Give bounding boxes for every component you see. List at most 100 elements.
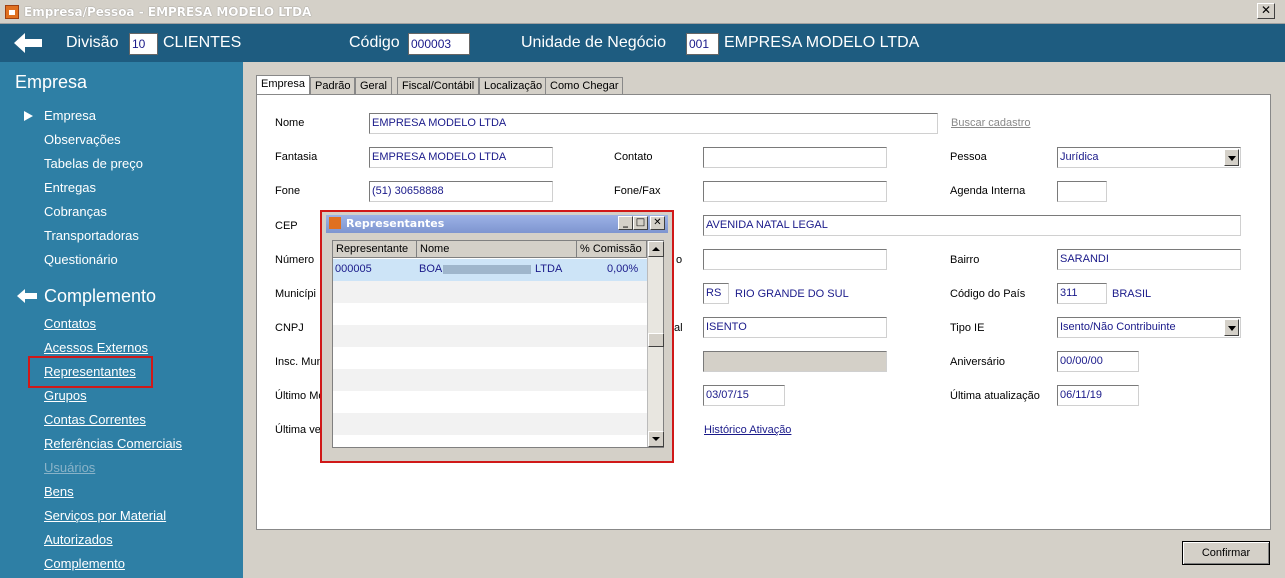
sidebar-item-referencias[interactable]: Referências Comerciais — [44, 436, 182, 451]
fone-label: Fone — [275, 185, 301, 197]
tab-padrao[interactable]: Padrão — [310, 77, 356, 95]
sidebar-item-acessos[interactable]: Acessos Externos — [44, 340, 148, 355]
close-window-button[interactable]: ✕ — [1257, 3, 1275, 19]
sidebar-item-empresa[interactable]: Empresa — [44, 108, 96, 123]
representante-code: 000005 — [335, 263, 372, 275]
tab-geral[interactable]: Geral — [355, 77, 392, 95]
complemento-back-arrow-icon — [17, 289, 37, 303]
ultima-atualizacao-label: Última atualização — [950, 390, 1040, 402]
sidebar-item-servicos[interactable]: Serviços por Material — [44, 508, 166, 523]
sidebar-item-grupos[interactable]: Grupos — [44, 388, 87, 403]
fantasia-input[interactable]: EMPRESA MODELO LTDA — [369, 147, 553, 168]
numero-label: Número — [275, 254, 315, 266]
representantes-grid: Representante Nome % Comissão 000005 BOA… — [332, 240, 664, 448]
aniversario-input[interactable]: 00/00/00 — [1057, 351, 1139, 372]
agenda-input[interactable] — [1057, 181, 1107, 202]
sidebar-item-usuarios: Usuários — [44, 460, 96, 475]
cep-label: CEP — [275, 220, 298, 232]
sidebar-item-bens[interactable]: Bens — [44, 484, 74, 499]
table-row — [333, 303, 647, 325]
minimize-icon[interactable]: _ — [618, 216, 633, 230]
codigo-input[interactable]: 000003 — [408, 33, 470, 55]
sidebar: Empresa Empresa Observações Tabelas de p… — [0, 62, 243, 578]
table-row[interactable]: 000005 BOA LTDA 0,00% — [333, 259, 647, 281]
representante-nome-prefix: BOA — [419, 263, 443, 275]
app-icon — [5, 5, 19, 19]
tab-localizacao[interactable]: Localização — [479, 77, 548, 95]
table-row — [333, 391, 647, 413]
grid-scrollbar[interactable] — [647, 241, 664, 447]
partial-label-o: o — [676, 254, 683, 266]
codpais-input[interactable]: 311 — [1057, 283, 1107, 304]
sidebar-item-tabelas[interactable]: Tabelas de preço — [44, 156, 143, 171]
buscar-cadastro-link[interactable]: Buscar cadastro — [951, 117, 1030, 129]
window-title: Empresa/Pessoa - EMPRESA MODELO LTDA — [24, 5, 312, 19]
divisao-name: CLIENTES — [163, 34, 242, 51]
tipoie-label: Tipo IE — [950, 322, 985, 334]
historico-ativacao-link[interactable]: Histórico Ativação — [704, 424, 791, 436]
nome-input[interactable]: EMPRESA MODELO LTDA — [369, 113, 938, 134]
tipoie-value: Isento/Não Contribuinte — [1060, 321, 1176, 333]
sidebar-section-empresa: Empresa — [15, 72, 88, 92]
codpais-label: Código do País — [950, 288, 1026, 300]
tab-fiscal[interactable]: Fiscal/Contábil — [397, 77, 480, 95]
codigo-label: Código — [349, 34, 400, 51]
col-header-representante[interactable]: Representante — [333, 241, 417, 258]
unidade-label: Unidade de Negócio — [521, 34, 666, 51]
maximize-icon[interactable]: □ — [633, 216, 648, 230]
endereco-input[interactable]: AVENIDA NATAL LEGAL — [703, 215, 1241, 236]
pessoa-select[interactable]: Jurídica — [1057, 147, 1241, 168]
fantasia-label: Fantasia — [275, 151, 318, 163]
unidade-name: EMPRESA MODELO LTDA — [724, 34, 920, 51]
partial-label-al: al — [674, 322, 683, 334]
table-row — [333, 325, 647, 347]
aniversario-label: Aniversário — [950, 356, 1006, 368]
header-bar: Divisão 10 CLIENTES Código 000003 Unidad… — [0, 24, 1285, 62]
unidade-code-input[interactable]: 001 — [686, 33, 719, 55]
uf-input[interactable]: RS — [703, 283, 729, 304]
chevron-down-icon[interactable] — [1224, 149, 1239, 166]
sidebar-item-entregas[interactable]: Entregas — [44, 180, 96, 195]
tab-como-chegar[interactable]: Como Chegar — [545, 77, 624, 95]
table-row — [333, 413, 647, 435]
sidebar-item-observacoes[interactable]: Observações — [44, 132, 121, 147]
sidebar-item-transportadoras[interactable]: Transportadoras — [44, 228, 139, 243]
ultima-atualizacao-input[interactable]: 06/11/19 — [1057, 385, 1139, 406]
chevron-down-icon[interactable] — [1224, 319, 1239, 336]
fone-input[interactable]: (51) 30658888 — [369, 181, 553, 202]
contato-input[interactable] — [703, 147, 887, 168]
confirmar-button[interactable]: Confirmar — [1182, 541, 1270, 565]
scroll-up-icon[interactable] — [648, 241, 664, 257]
sidebar-item-autorizados[interactable]: Autorizados — [44, 532, 113, 547]
divisao-code-input[interactable]: 10 — [129, 33, 158, 55]
sidebar-item-cobrancas[interactable]: Cobranças — [44, 204, 107, 219]
ultima-venda-label: Última ve — [275, 424, 321, 436]
representantes-popup: Representantes _ □ ✕ Representante Nome … — [320, 210, 674, 463]
col-header-comissao[interactable]: % Comissão — [577, 241, 647, 258]
representante-nome-suffix: LTDA — [535, 263, 563, 275]
back-arrow-icon[interactable] — [12, 31, 44, 55]
popup-title: Representantes — [346, 217, 445, 230]
sidebar-item-contas[interactable]: Contas Correntes — [44, 412, 146, 427]
table-row — [333, 347, 647, 369]
scroll-thumb[interactable] — [648, 333, 664, 347]
sidebar-item-contatos[interactable]: Contatos — [44, 316, 96, 331]
complemento-input[interactable] — [703, 249, 887, 270]
popup-titlebar: Representantes _ □ ✕ — [326, 215, 668, 233]
table-row — [333, 281, 647, 303]
sidebar-item-complemento[interactable]: Complemento — [44, 556, 125, 571]
bairro-input[interactable]: SARANDI — [1057, 249, 1241, 270]
cnpj-label: CNPJ — [275, 322, 304, 334]
table-row — [333, 369, 647, 391]
sidebar-item-questionario[interactable]: Questionário — [44, 252, 118, 267]
scroll-down-icon[interactable] — [648, 431, 664, 447]
tipoie-select[interactable]: Isento/Não Contribuinte — [1057, 317, 1241, 338]
close-icon[interactable]: ✕ — [650, 216, 665, 230]
data-input[interactable]: 03/07/15 — [703, 385, 785, 406]
col-header-nome[interactable]: Nome — [417, 241, 577, 258]
sidebar-section-complemento: Complemento — [44, 286, 157, 306]
inscricao-estadual-input[interactable]: ISENTO — [703, 317, 887, 338]
tab-empresa[interactable]: Empresa — [256, 75, 311, 95]
fonefax-input[interactable] — [703, 181, 887, 202]
pessoa-value: Jurídica — [1060, 151, 1099, 163]
